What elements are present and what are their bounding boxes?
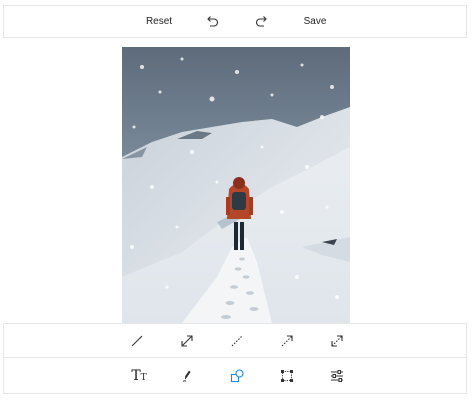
dashed-line-icon [230, 334, 244, 348]
text-tool[interactable]: T T [126, 358, 152, 393]
undo-icon [205, 15, 219, 29]
dashed-double-arrow-tool[interactable] [324, 324, 350, 357]
text-icon: T T [131, 369, 146, 383]
reset-button-label: Reset [145, 16, 173, 27]
top-toolbar: Reset Save [3, 5, 467, 38]
crop-tool[interactable] [274, 358, 300, 393]
redo-button[interactable] [252, 6, 272, 37]
dashed-double-arrow-icon [330, 334, 344, 348]
text-icon-small-t: T [140, 372, 147, 383]
line-tool[interactable] [124, 324, 150, 357]
draw-tool[interactable] [174, 358, 200, 393]
text-icon-big-t: T [131, 367, 141, 384]
double-arrow-tool[interactable] [174, 324, 200, 357]
shapes-tool[interactable] [224, 358, 250, 393]
snowy-mountain-photo [122, 47, 350, 323]
image-editor: Reset Save T T [0, 0, 473, 400]
reset-button[interactable]: Reset [144, 6, 174, 37]
pen-icon [180, 369, 194, 383]
double-arrow-icon [180, 334, 194, 348]
dashed-arrow-tool[interactable] [274, 324, 300, 357]
shapes-icon [229, 368, 245, 384]
save-button-label: Save [303, 16, 327, 27]
save-button[interactable]: Save [302, 6, 328, 37]
undo-button[interactable] [202, 6, 222, 37]
line-style-toolbar [3, 323, 467, 358]
crop-icon [280, 369, 294, 383]
main-toolbar: T T [3, 357, 467, 394]
redo-icon [255, 15, 269, 29]
dashed-line-tool[interactable] [224, 324, 250, 357]
adjust-tool[interactable] [324, 358, 350, 393]
dashed-arrow-icon [280, 334, 294, 348]
sliders-icon [330, 369, 344, 383]
image-canvas[interactable] [122, 47, 350, 323]
line-icon [130, 334, 144, 348]
